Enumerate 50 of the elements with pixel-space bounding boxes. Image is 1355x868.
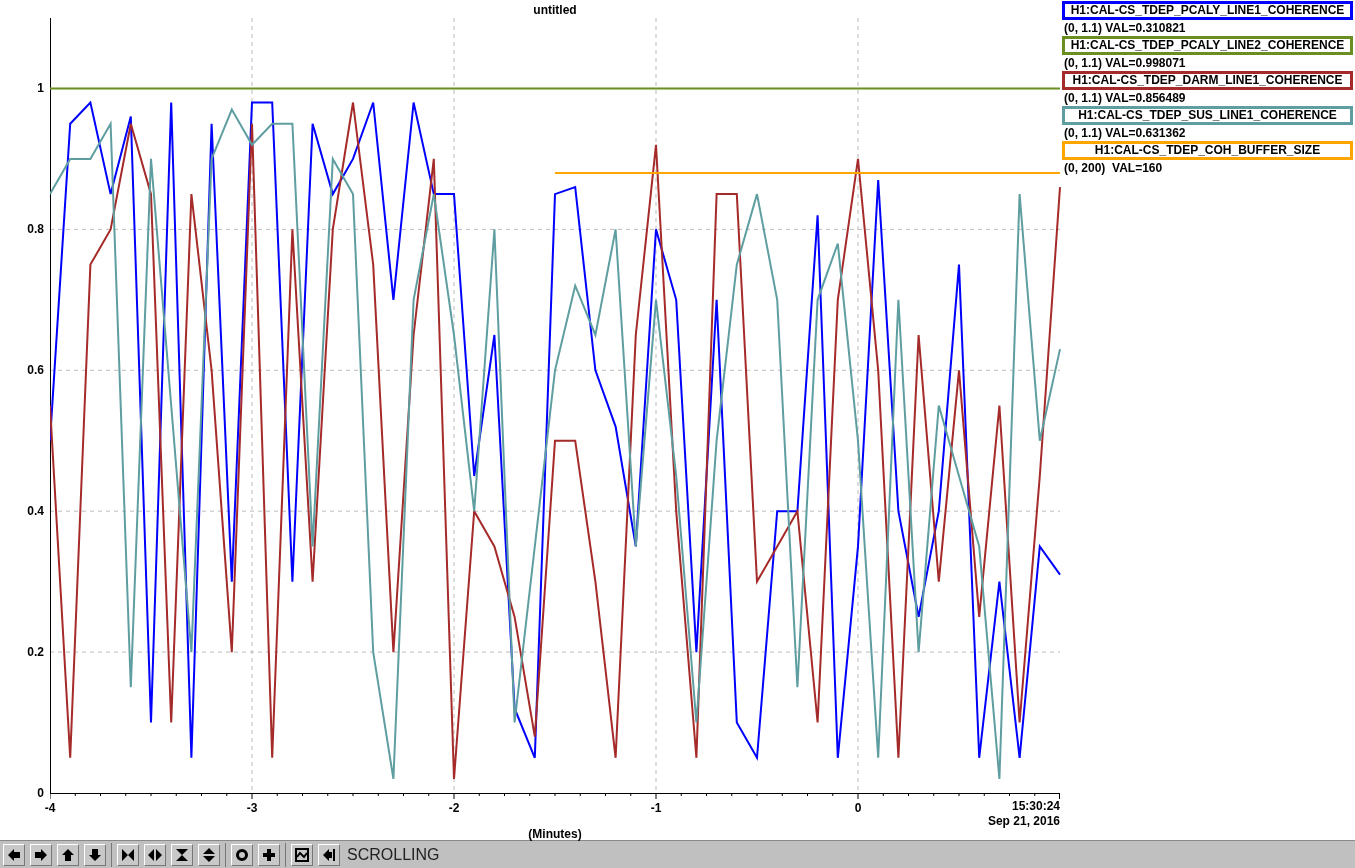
- arrow-left-icon: [7, 847, 21, 862]
- arrows-outward-icon: [202, 847, 216, 862]
- plus-icon: [262, 847, 276, 862]
- y-tick-label: 1: [36, 81, 44, 96]
- plot-title: untitled: [532, 2, 578, 19]
- stop-scroll-button[interactable]: [318, 843, 340, 866]
- end-date-label: Sep 21, 2016: [987, 814, 1060, 828]
- y-tick-label: 0.2: [26, 645, 44, 660]
- legend-channel-name[interactable]: H1:CAL-CS_TDEP_COH_BUFFER_SIZE: [1062, 141, 1353, 160]
- arrow-down-icon: [88, 847, 102, 862]
- zoom-out-vertical-button[interactable]: [198, 843, 220, 866]
- x-tick-label: -1: [649, 800, 663, 817]
- legend-channel-name[interactable]: H1:CAL-CS_TDEP_SUS_LINE1_COHERENCE: [1062, 106, 1353, 125]
- zoom-in-horizontal-button[interactable]: [117, 843, 139, 866]
- pan-down-button[interactable]: [84, 843, 106, 866]
- zoom-out-horizontal-button[interactable]: [144, 843, 166, 866]
- x-tick-label: -2: [447, 800, 461, 817]
- arrows-inward-icon: [175, 847, 189, 862]
- arrow-right-icon: [34, 847, 48, 862]
- x-tick-label: 0: [853, 800, 863, 817]
- legend-reading: (0, 1.1) VAL=0.310821: [1063, 20, 1187, 36]
- y-tick-label: 0: [36, 786, 44, 800]
- legend-reading: (0, 1.1) VAL=0.856489: [1063, 90, 1187, 106]
- arrow-to-bar-icon: [322, 847, 336, 862]
- ring-icon: [235, 847, 249, 862]
- arrow-up-icon: [61, 847, 75, 862]
- y-tick-label: 0.4: [26, 504, 44, 519]
- x-tick-label: -4: [43, 800, 57, 817]
- legend-reading: (0, 200) VAL=160: [1063, 160, 1164, 176]
- zoom-in-vertical-button[interactable]: [171, 843, 193, 866]
- x-tick-label: -3: [245, 800, 259, 817]
- mode-status: SCROLLING: [347, 844, 440, 865]
- arrows-outward-icon: [148, 847, 162, 862]
- arrows-inward-icon: [121, 847, 135, 862]
- end-time-label: 15:30:24: [1011, 799, 1060, 813]
- legend-reading: (0, 1.1) VAL=0.631362: [1063, 125, 1187, 141]
- auto-scale-button[interactable]: [231, 843, 253, 866]
- y-tick-label: 0.8: [26, 222, 44, 237]
- add-button[interactable]: [258, 843, 280, 866]
- graph-button[interactable]: [291, 843, 313, 866]
- pan-left-button[interactable]: [3, 843, 25, 866]
- legend-channel-name[interactable]: H1:CAL-CS_TDEP_PCALY_LINE1_COHERENCE: [1062, 1, 1353, 20]
- pan-up-button[interactable]: [57, 843, 79, 866]
- legend-channel-name[interactable]: H1:CAL-CS_TDEP_PCALY_LINE2_COHERENCE: [1062, 36, 1353, 55]
- y-tick-label: 0.6: [26, 363, 44, 378]
- legend-reading: (0, 1.1) VAL=0.998071: [1063, 55, 1187, 71]
- legend-channel-name[interactable]: H1:CAL-CS_TDEP_DARM_LINE1_COHERENCE: [1062, 71, 1353, 90]
- x-axis-title: (Minutes): [527, 827, 583, 841]
- pan-right-button[interactable]: [30, 843, 52, 866]
- wave-icon: [295, 847, 309, 862]
